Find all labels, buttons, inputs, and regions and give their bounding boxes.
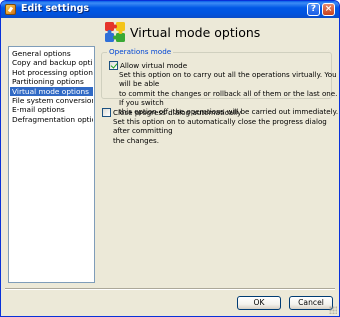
page-title: Virtual mode options <box>130 25 261 40</box>
settings-category-list[interactable]: General options Copy and backup options … <box>8 46 95 283</box>
sidebar-item-virtual-mode[interactable]: Virtual mode options <box>10 86 93 96</box>
description-line: the changes. <box>113 135 159 145</box>
description-line: Set this option on to carry out all the … <box>119 70 337 89</box>
help-button[interactable]: ? <box>307 3 320 16</box>
close-progress-checkbox[interactable] <box>102 108 111 117</box>
ok-button[interactable]: OK <box>237 296 281 310</box>
operations-mode-label: Operations mode <box>107 47 174 56</box>
allow-virtual-mode-checkbox[interactable] <box>109 61 118 70</box>
app-icon <box>5 4 16 15</box>
description-line: to commit the changes or rollback all of… <box>119 88 338 107</box>
close-button[interactable]: × <box>322 3 335 16</box>
sidebar-item-hot-processing[interactable]: Hot processing options <box>10 68 93 77</box>
resize-grip[interactable] <box>329 306 337 314</box>
edit-settings-window: Edit settings ? × General options Copy a… <box>0 0 340 317</box>
sidebar-item-copy-backup[interactable]: Copy and backup options <box>10 58 93 67</box>
cancel-button[interactable]: Cancel <box>289 296 333 310</box>
sidebar-item-general[interactable]: General options <box>10 49 93 58</box>
allow-virtual-mode-label[interactable]: Allow virtual mode <box>120 61 187 70</box>
sidebar-item-defragmentation[interactable]: Defragmentation options <box>10 115 93 124</box>
sidebar-item-partitioning[interactable]: Partitioning options <box>10 77 93 86</box>
description-line: Set this option on to automatically clos… <box>113 117 327 136</box>
sidebar-item-email[interactable]: E-mail options <box>10 105 93 114</box>
title-bar[interactable]: Edit settings ? × <box>1 1 339 18</box>
sidebar-item-fs-conversion[interactable]: File system conversion options <box>10 96 93 105</box>
puzzle-icon <box>105 22 125 42</box>
footer-divider <box>5 288 335 290</box>
close-progress-label[interactable]: Close progress dialog automatically <box>113 108 241 117</box>
window-title: Edit settings <box>21 3 90 14</box>
close-progress-description: Set this option on to automatically clos… <box>113 117 339 145</box>
